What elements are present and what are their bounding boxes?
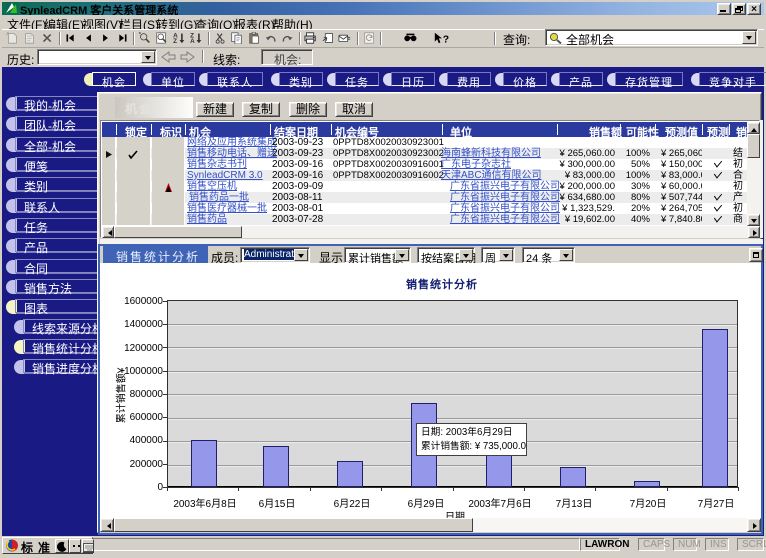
svg-text:?: ? [443, 34, 449, 44]
svg-text:A: A [190, 38, 195, 44]
svg-text:Z: Z [173, 38, 177, 44]
